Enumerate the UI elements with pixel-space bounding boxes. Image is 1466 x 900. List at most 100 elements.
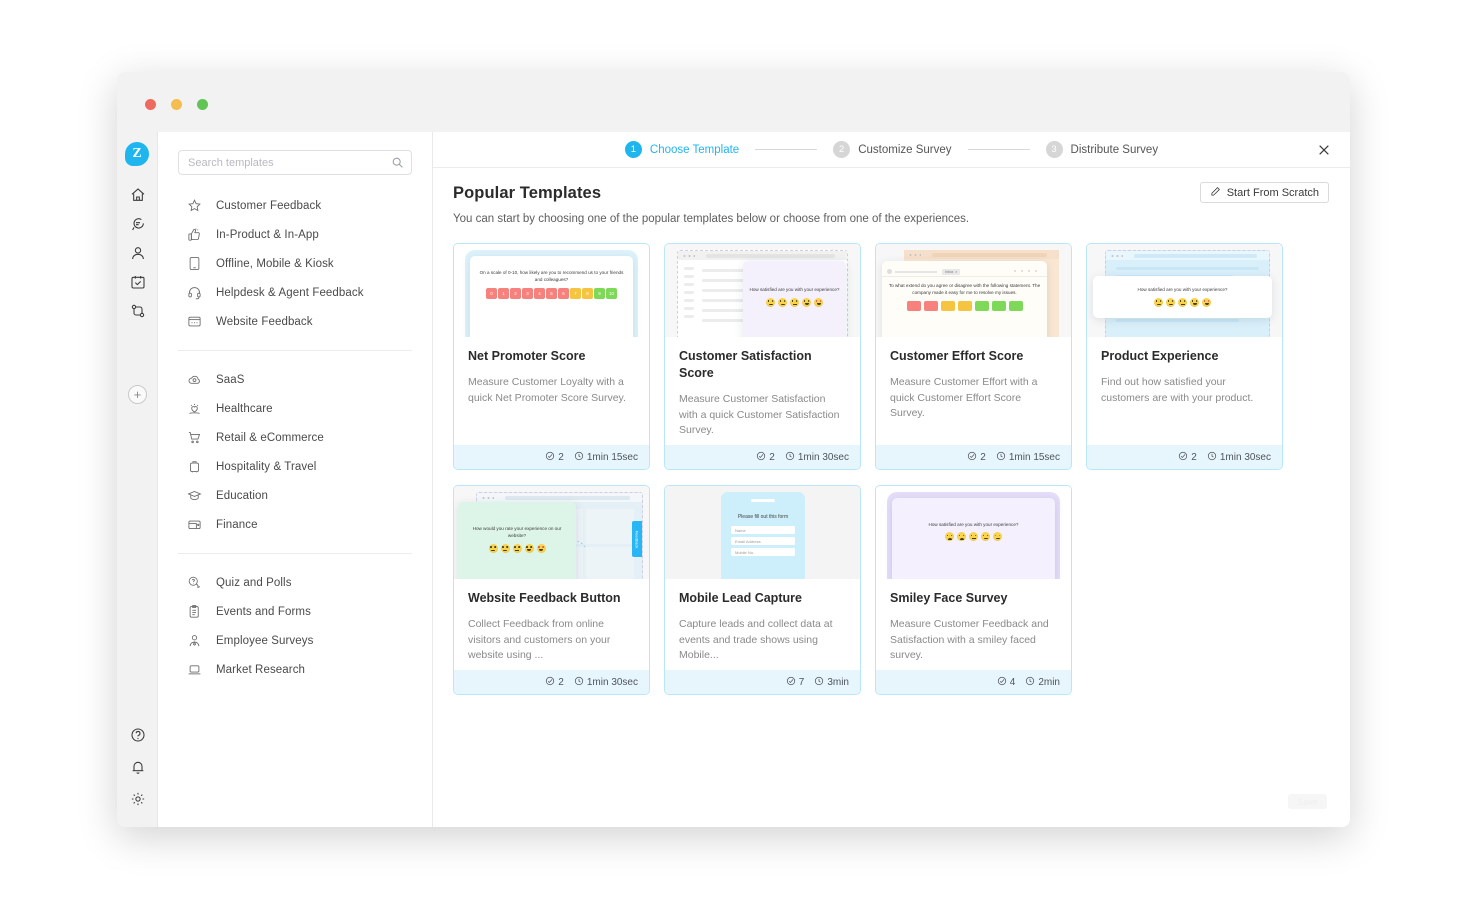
save-button[interactable]: Save xyxy=(1288,794,1327,809)
thumb-question: Please fill out this form xyxy=(721,514,805,520)
step-label: Distribute Survey xyxy=(1071,144,1159,156)
sidebar-item-finance[interactable]: Finance xyxy=(178,510,412,539)
question-count: 2 xyxy=(967,451,986,464)
template-description: Capture leads and collect data at events… xyxy=(679,617,846,664)
duration-value: 2min xyxy=(1038,677,1060,688)
emoji-scale xyxy=(892,532,1055,541)
template-thumbnail: How satisfied are you with your experien… xyxy=(876,486,1071,579)
ces-option xyxy=(941,301,955,311)
template-card-net-promoter-score[interactable]: On a scale of 0-10, how likely are you t… xyxy=(453,243,650,470)
question-count-value: 7 xyxy=(799,677,805,688)
close-icon[interactable] xyxy=(1316,142,1332,158)
app-logo[interactable]: Z xyxy=(125,142,149,166)
search-templates xyxy=(178,150,412,175)
step-number: 1 xyxy=(625,141,642,158)
help-icon[interactable] xyxy=(117,719,158,751)
sidebar-item-helpdesk-agent-feedback[interactable]: Helpdesk & Agent Feedback xyxy=(178,278,412,307)
sidebar-item-healthcare[interactable]: Healthcare xyxy=(178,394,412,423)
ces-option xyxy=(958,301,972,311)
maximize-window-button[interactable] xyxy=(197,99,208,110)
sidebar-item-offline-mobile-kiosk[interactable]: Offline, Mobile & Kiosk xyxy=(178,249,412,278)
sidebar-item-website-feedback[interactable]: Website Feedback xyxy=(178,307,412,336)
emoji-unhappy xyxy=(778,298,787,307)
laptop-icon xyxy=(184,661,204,679)
emoji-happy xyxy=(525,544,534,553)
feedback-tab-label: Feedback xyxy=(635,530,640,548)
nps-option: 8 xyxy=(582,288,593,299)
home-icon[interactable] xyxy=(117,180,158,209)
emoji-unhappy xyxy=(957,532,966,541)
search-icon xyxy=(391,156,404,169)
contacts-icon[interactable] xyxy=(117,238,158,267)
tasks-icon[interactable] xyxy=(117,267,158,296)
cloud-gear-icon xyxy=(184,371,204,389)
sidebar-item-market-research[interactable]: Market Research xyxy=(178,655,412,684)
page-subtitle: You can start by choosing one of the pop… xyxy=(453,213,1328,225)
template-card-product-experience[interactable]: How satisfied are you with your experien… xyxy=(1086,243,1283,470)
sidebar-item-label: Helpdesk & Agent Feedback xyxy=(216,287,364,299)
sidebar-group-3: Quiz and Polls Events and Forms Employee… xyxy=(178,553,412,684)
employee-icon xyxy=(184,632,204,650)
sidebar-item-label: Quiz and Polls xyxy=(216,577,292,589)
minimize-window-button[interactable] xyxy=(171,99,182,110)
emoji-scale xyxy=(743,298,846,307)
template-title: Customer Satisfaction Score xyxy=(679,348,846,382)
clock-icon xyxy=(574,676,584,689)
template-description: Measure Customer Satisfaction with a qui… xyxy=(679,392,846,439)
check-circle-icon xyxy=(967,451,977,464)
thumb-question: How satisfied are you with your experien… xyxy=(1093,287,1272,294)
step-customize-survey[interactable]: 2 Customize Survey xyxy=(833,141,951,158)
template-meta: 2 1min 15sec xyxy=(876,445,1071,469)
template-card-smiley-face-survey[interactable]: How satisfied are you with your experien… xyxy=(875,485,1072,695)
template-card-website-feedback-button[interactable]: Feedback How would you rate your experie… xyxy=(453,485,650,695)
step-distribute-survey[interactable]: 3 Distribute Survey xyxy=(1046,141,1159,158)
search-input[interactable] xyxy=(178,150,412,175)
workflows-icon[interactable] xyxy=(117,296,158,325)
sidebar-group-1: Customer Feedback In-Product & In-App Of… xyxy=(178,191,412,336)
template-meta: 2 1min 30sec xyxy=(665,445,860,469)
step-label: Choose Template xyxy=(650,144,739,156)
sidebar-item-label: Retail & eCommerce xyxy=(216,432,324,444)
nps-option: 10 xyxy=(606,288,617,299)
settings-icon[interactable] xyxy=(117,783,158,815)
sidebar-item-in-product-in-app[interactable]: In-Product & In-App xyxy=(178,220,412,249)
step-choose-template[interactable]: 1 Choose Template xyxy=(625,141,739,158)
sidebar-item-education[interactable]: Education xyxy=(178,481,412,510)
template-card-customer-effort-score[interactable]: Inbox× To what extend do you agree or di… xyxy=(875,243,1072,470)
sidebar-item-label: Offline, Mobile & Kiosk xyxy=(216,258,334,270)
template-title: Net Promoter Score xyxy=(468,348,635,365)
headset-icon xyxy=(184,284,204,302)
nps-option: 3 xyxy=(522,288,533,299)
feedback-icon[interactable] xyxy=(117,209,158,238)
emoji-unhappy xyxy=(501,544,510,553)
ces-option xyxy=(975,301,989,311)
add-button[interactable]: + xyxy=(128,385,147,404)
template-card-mobile-lead-capture[interactable]: Please fill out this form Name Email Add… xyxy=(664,485,861,695)
sidebar-item-events-and-forms[interactable]: Events and Forms xyxy=(178,597,412,626)
start-from-scratch-button[interactable]: Start From Scratch xyxy=(1200,182,1329,203)
sidebar-item-hospitality-travel[interactable]: Hospitality & Travel xyxy=(178,452,412,481)
template-title: Product Experience xyxy=(1101,348,1268,365)
check-circle-icon xyxy=(786,676,796,689)
ces-option xyxy=(992,301,1006,311)
emoji-unhappy xyxy=(1166,298,1175,307)
sidebar-item-quiz-and-polls[interactable]: Quiz and Polls xyxy=(178,568,412,597)
template-grid: On a scale of 0-10, how likely are you t… xyxy=(433,225,1350,695)
wallet-icon xyxy=(184,516,204,534)
sidebar-item-customer-feedback[interactable]: Customer Feedback xyxy=(178,191,412,220)
duration: 1min 30sec xyxy=(574,676,638,689)
wizard-stepper: 1 Choose Template 2 Customize Survey 3 D… xyxy=(433,132,1350,168)
notifications-icon[interactable] xyxy=(117,751,158,783)
thumb-question: How would you rate your experience on ou… xyxy=(458,526,576,539)
sidebar-item-employee-surveys[interactable]: Employee Surveys xyxy=(178,626,412,655)
browser-icon xyxy=(184,313,204,331)
template-card-customer-satisfaction-score[interactable]: How satisfied are you with your experien… xyxy=(664,243,861,470)
emoji-very-happy xyxy=(814,298,823,307)
question-count: 4 xyxy=(997,676,1016,689)
emoji-very-unhappy xyxy=(1154,298,1163,307)
sidebar-item-retail-ecommerce[interactable]: Retail & eCommerce xyxy=(178,423,412,452)
template-thumbnail: How satisfied are you with your experien… xyxy=(1087,244,1282,337)
emoji-happy xyxy=(1190,298,1199,307)
close-window-button[interactable] xyxy=(145,99,156,110)
sidebar-item-saas[interactable]: SaaS xyxy=(178,365,412,394)
